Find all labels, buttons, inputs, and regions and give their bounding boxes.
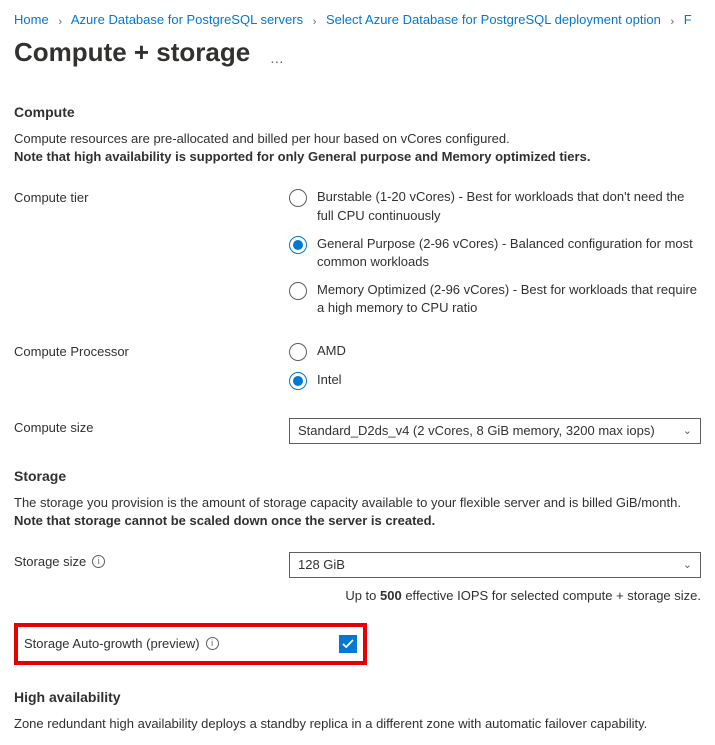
radio-burstable[interactable]: Burstable (1-20 vCores) - Best for workl… [289,188,701,224]
chevron-right-icon: › [58,16,62,27]
iops-pre: Up to [345,588,380,603]
info-icon[interactable]: i [206,637,219,650]
radio-general-purpose[interactable]: General Purpose (2-96 vCores) - Balanced… [289,235,701,271]
compute-note-line1: Compute resources are pre-allocated and … [14,131,510,146]
storage-note-line1: The storage you provision is the amount … [14,495,681,510]
more-actions-icon[interactable]: … [270,50,286,66]
section-high-availability: High availability [14,689,701,705]
check-icon [342,638,354,650]
radio-icon [289,372,307,390]
radio-burstable-text: Burstable (1-20 vCores) - Best for workl… [317,188,701,224]
storage-size-value: 128 GiB [298,557,345,572]
radio-intel[interactable]: Intel [289,371,701,390]
iops-post: effective IOPS for selected compute + st… [402,588,701,603]
radio-icon [289,282,307,300]
compute-note: Compute resources are pre-allocated and … [14,130,701,166]
radio-icon [289,189,307,207]
chevron-down-icon: ⌄ [683,424,692,437]
storage-note: The storage you provision is the amount … [14,494,701,530]
breadcrumb-servers[interactable]: Azure Database for PostgreSQL servers [71,12,303,27]
storage-size-select[interactable]: 128 GiB ⌄ [289,552,701,578]
section-storage: Storage [14,468,701,484]
breadcrumb-truncated[interactable]: F [684,12,692,27]
chevron-right-icon: › [313,16,317,27]
radio-amd[interactable]: AMD [289,342,701,361]
breadcrumb-deployment-option[interactable]: Select Azure Database for PostgreSQL dep… [326,12,661,27]
compute-size-select[interactable]: Standard_D2ds_v4 (2 vCores, 8 GiB memory… [289,418,701,444]
radio-general-text: General Purpose (2-96 vCores) - Balanced… [317,235,701,271]
radio-icon [289,236,307,254]
radio-amd-text: AMD [317,342,346,360]
ha-description: Zone redundant high availability deploys… [14,715,701,733]
breadcrumb: Home › Azure Database for PostgreSQL ser… [14,12,701,27]
info-icon[interactable]: i [92,555,105,568]
storage-autogrowth-checkbox[interactable] [339,635,357,653]
radio-intel-text: Intel [317,371,342,389]
compute-tier-label: Compute tier [14,188,289,205]
page-title: Compute + storage [14,37,250,68]
chevron-down-icon: ⌄ [683,558,692,571]
iops-note: Up to 500 effective IOPS for selected co… [14,588,701,603]
compute-note-bold: Note that high availability is supported… [14,149,590,164]
radio-memory-optimized[interactable]: Memory Optimized (2-96 vCores) - Best fo… [289,281,701,317]
storage-note-bold: Note that storage cannot be scaled down … [14,513,435,528]
radio-icon [289,343,307,361]
breadcrumb-home[interactable]: Home [14,12,49,27]
compute-size-value: Standard_D2ds_v4 (2 vCores, 8 GiB memory… [298,423,655,438]
storage-autogrowth-label: Storage Auto-growth (preview) [24,636,200,651]
storage-size-label: Storage size [14,554,86,569]
chevron-right-icon: › [670,16,674,27]
compute-size-label: Compute size [14,418,289,435]
compute-processor-label: Compute Processor [14,342,289,359]
autogrowth-highlight: Storage Auto-growth (preview) i [14,623,367,665]
section-compute: Compute [14,104,701,120]
radio-memory-text: Memory Optimized (2-96 vCores) - Best fo… [317,281,701,317]
iops-count: 500 [380,588,402,603]
